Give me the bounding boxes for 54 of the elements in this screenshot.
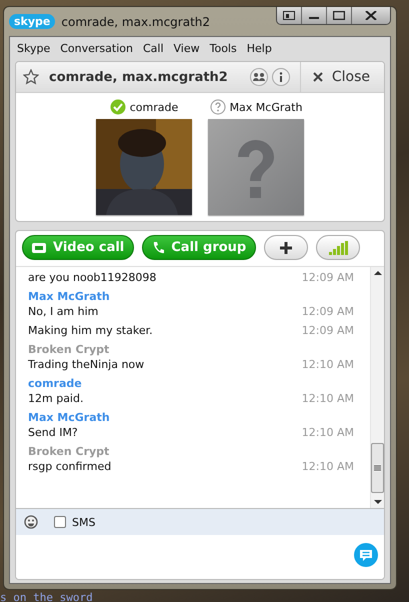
message-time: 12:09 AM [302,271,354,284]
menu-item[interactable]: Call [142,42,164,55]
message-text: 12m paid. [28,392,84,405]
message-time: 12:09 AM [302,324,354,337]
info-icon[interactable] [272,68,290,86]
emoticon-icon[interactable] [24,515,38,529]
conversation-title: comrade, max.mcgrath2 [49,70,229,84]
group-icon[interactable] [250,68,268,86]
star-icon[interactable] [23,69,39,85]
grip-icon[interactable] [374,465,381,471]
restore-icon[interactable] [277,7,301,24]
scrollbar[interactable] [370,267,384,508]
scroll-up-icon[interactable] [374,270,382,276]
participant-name: Max McGrath [230,100,302,114]
signal-bars-icon [328,240,348,254]
maximize-icon[interactable] [326,7,351,24]
sender-name: Max McGrath [28,290,111,303]
add-button[interactable] [264,235,308,260]
placeholder-avatar-icon [208,119,304,215]
send-icon[interactable] [354,543,378,567]
message-time: 12:09 AM [302,305,354,318]
video-camera-icon [32,242,46,252]
close-icon [312,72,323,82]
message-time: 12:10 AM [302,426,354,439]
menu-item[interactable]: View [174,42,200,55]
menu-item[interactable]: Skype [17,42,50,55]
sms-checkbox[interactable] [54,516,66,528]
message-text: Trading theNinja now [28,358,144,371]
message-time: 12:10 AM [302,392,354,405]
message-time: 12:10 AM [302,460,354,473]
phone-icon [152,240,164,254]
background-text: s on the sword [0,591,93,602]
menu-item[interactable]: Tools [210,42,237,55]
minimize-icon[interactable] [301,7,326,24]
plus-icon [279,240,294,254]
message-text: Send IM? [28,426,78,439]
sender-name: Broken Crypt [28,343,110,356]
message-text: are you noob11928098 [28,271,156,284]
sender-name: comrade [28,377,83,390]
menu-item[interactable]: Conversation [60,42,133,55]
sender-name: Broken Crypt [28,445,110,458]
sender-name: Max McGrath [28,411,111,424]
scroll-down-icon[interactable] [374,499,382,505]
app-logo: skype [9,14,56,29]
message-text: Making him my staker. [28,324,153,337]
message-text: rsgp confirmed [28,460,112,473]
window-title: comrade, max.mcgrath2 [61,14,212,28]
close-icon[interactable] [351,7,390,24]
participant-name: comrade [130,100,178,114]
message-time: 12:10 AM [302,358,354,371]
sms-label: SMS [72,516,96,528]
message-text: No, I am him [28,305,98,318]
menu-item[interactable]: Help [246,42,272,55]
close-button[interactable]: Close [300,62,384,92]
